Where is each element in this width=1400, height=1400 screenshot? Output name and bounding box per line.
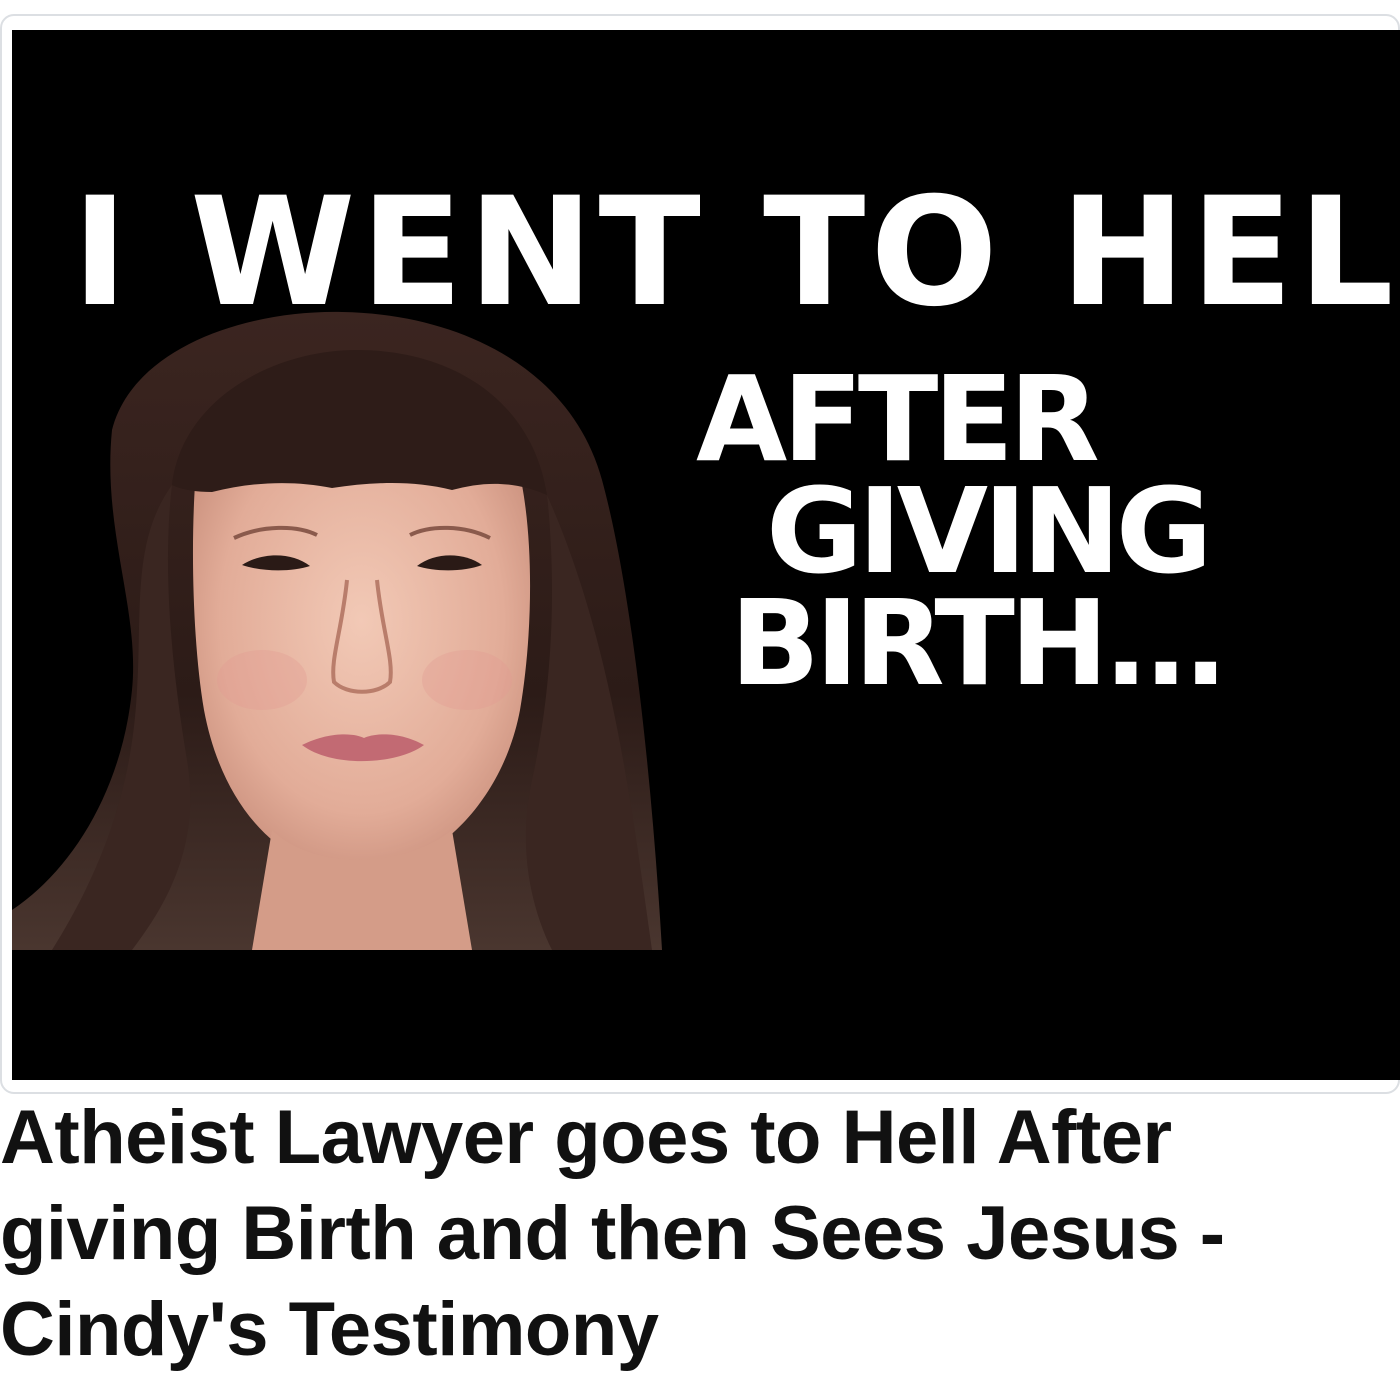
subhead-line-3: BIRTH... [730,574,1228,712]
video-thumbnail[interactable]: I WENT TO HELL AFTER GIVING BIRTH... [12,30,1400,1080]
video-title-line-1: Atheist Lawyer goes to Hell After [0,1095,1172,1180]
video-card[interactable]: I WENT TO HELL AFTER GIVING BIRTH... Ath… [0,0,1400,1400]
thumbnail-headline: I WENT TO HELL [72,166,1400,340]
subhead-line-1: AFTER [696,350,1100,488]
video-title-line-2: giving Birth and then Sees Jesus - [0,1191,1225,1276]
video-title[interactable]: Atheist Lawyer goes to Hell After giving… [0,1090,1400,1378]
video-title-line-3: Cindy's Testimony [0,1287,659,1372]
thumbnail-subheadline: AFTER GIVING BIRTH... [684,350,1228,712]
subhead-line-2: GIVING [766,462,1213,600]
portrait-image [12,310,672,950]
